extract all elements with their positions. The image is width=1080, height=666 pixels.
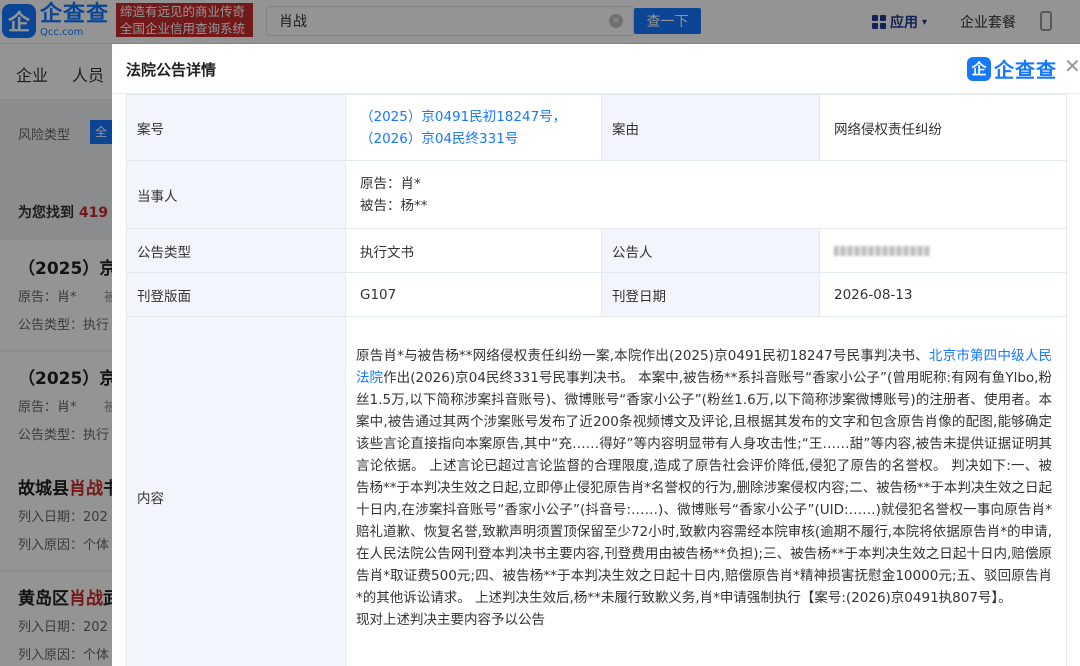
notice-detail-table: 案号 （2025）京0491民初18247号，（2026）京04民终331号 案… [126, 94, 1067, 666]
announcer-label: 公告人 [601, 228, 820, 273]
case-number-label: 案号 [126, 94, 346, 161]
parties-value: 原告：肖* 被告：杨** [345, 160, 1067, 229]
publish-date-value: 2026-08-13 [819, 272, 1067, 317]
logo-mark: 企 [967, 56, 991, 81]
announcer-value [819, 228, 1067, 273]
cause-label: 案由 [601, 94, 820, 161]
logo-text: 企查查 [994, 58, 1057, 82]
plaintiff: 原告：肖* [360, 175, 421, 192]
modal-header: 法院公告详情 企 企查查 ✕ [112, 44, 1080, 94]
modal-title: 法院公告详情 [126, 61, 217, 79]
defendant: 被告：杨** [360, 197, 428, 214]
parties-label: 当事人 [126, 160, 346, 229]
cause-value: 网络侵权责任纠纷 [819, 94, 1067, 161]
notice-content: 原告肖*与被告杨**网络侵权责任纠纷一案,本院作出(2025)京0491民初18… [356, 348, 1053, 628]
content-label: 内容 [126, 316, 346, 666]
table-row: 刊登版面 G107 刊登日期 2026-08-13 [126, 272, 1067, 317]
table-row: 内容 原告肖*与被告杨**网络侵权责任纠纷一案,本院作出(2025)京0491民… [126, 316, 1067, 666]
notice-type-label: 公告类型 [126, 228, 346, 273]
case-number-value[interactable]: （2025）京0491民初18247号，（2026）京04民终331号 [345, 94, 602, 161]
content-value: 原告肖*与被告杨**网络侵权责任纠纷一案,本院作出(2025)京0491民初18… [345, 316, 1067, 666]
modal-logo: 企 企查查 [967, 54, 1057, 83]
page-label: 刊登版面 [126, 272, 346, 317]
page-value: G107 [345, 272, 602, 317]
redacted-text [834, 245, 930, 256]
table-row: 案号 （2025）京0491民初18247号，（2026）京04民终331号 案… [126, 94, 1067, 161]
table-row: 公告类型 执行文书 公告人 [126, 228, 1067, 273]
court-notice-modal: 法院公告详情 企 企查查 ✕ 案号 （2025）京0491民初18247号，（2… [112, 44, 1080, 666]
notice-type-value: 执行文书 [345, 228, 602, 273]
publish-date-label: 刊登日期 [601, 272, 820, 317]
table-row: 当事人 原告：肖* 被告：杨** [126, 160, 1067, 229]
close-icon[interactable]: ✕ [1064, 56, 1080, 76]
